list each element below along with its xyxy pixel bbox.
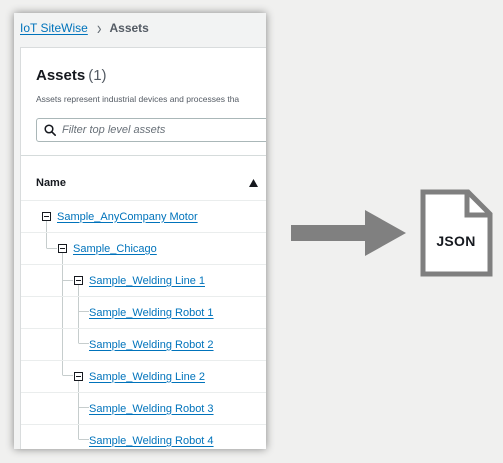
breadcrumb-iot-sitewise-link[interactable]: IoT SiteWise xyxy=(20,21,88,35)
collapse-icon[interactable] xyxy=(74,372,83,381)
collapse-icon[interactable] xyxy=(58,244,67,253)
tree-row: Sample_Chicago xyxy=(21,232,266,264)
asset-link[interactable]: Sample_Chicago xyxy=(73,243,157,255)
tree-row: Sample_Welding Robot 2 xyxy=(21,328,266,360)
breadcrumb-chevron-icon: › xyxy=(96,17,102,39)
tree-row: Sample_Welding Robot 3 xyxy=(21,392,266,424)
asset-link[interactable]: Sample_AnyCompany Motor xyxy=(57,211,198,223)
tree-node: Sample_AnyCompany Motor xyxy=(42,201,198,232)
tree-node: Sample_Welding Robot 2 xyxy=(89,329,214,360)
collapse-icon[interactable] xyxy=(42,212,51,221)
tree-node: Sample_Chicago xyxy=(58,233,157,264)
tree-node: Sample_Welding Line 2 xyxy=(74,361,205,392)
asset-link[interactable]: Sample_Welding Robot 3 xyxy=(89,403,214,415)
tree-node: Sample_Welding Robot 3 xyxy=(89,393,214,424)
tree-row: Sample_Welding Robot 1 xyxy=(21,296,266,328)
asset-link[interactable]: Sample_Welding Line 2 xyxy=(89,371,205,383)
tree-row: Sample_AnyCompany Motor xyxy=(21,200,266,232)
tree-row: Sample_Welding Line 1 xyxy=(21,264,266,296)
right-arrow-icon xyxy=(291,210,406,256)
sitewise-console-window: IoT SiteWise › Assets Assets (1) Assets r… xyxy=(14,13,266,449)
breadcrumb: IoT SiteWise › Assets xyxy=(20,17,149,39)
tree-node: Sample_Welding Robot 1 xyxy=(89,297,214,328)
collapse-icon[interactable] xyxy=(74,276,83,285)
breadcrumb-current: Assets xyxy=(109,21,149,35)
asset-link[interactable]: Sample_Welding Robot 1 xyxy=(89,307,214,319)
asset-link[interactable]: Sample_Welding Robot 2 xyxy=(89,339,214,351)
asset-link[interactable]: Sample_Welding Line 1 xyxy=(89,275,205,287)
assets-panel: Assets (1) Assets represent industrial de… xyxy=(20,47,266,449)
tree-row: Sample_Welding Line 2 xyxy=(21,360,266,392)
tree-node: Sample_Welding Line 1 xyxy=(74,265,205,296)
tree-node: Sample_Welding Robot 4 xyxy=(89,425,214,449)
asset-link[interactable]: Sample_Welding Robot 4 xyxy=(89,435,214,447)
tree-row: Sample_Welding Robot 4 xyxy=(21,424,266,449)
json-file-label: JSON xyxy=(436,233,476,249)
